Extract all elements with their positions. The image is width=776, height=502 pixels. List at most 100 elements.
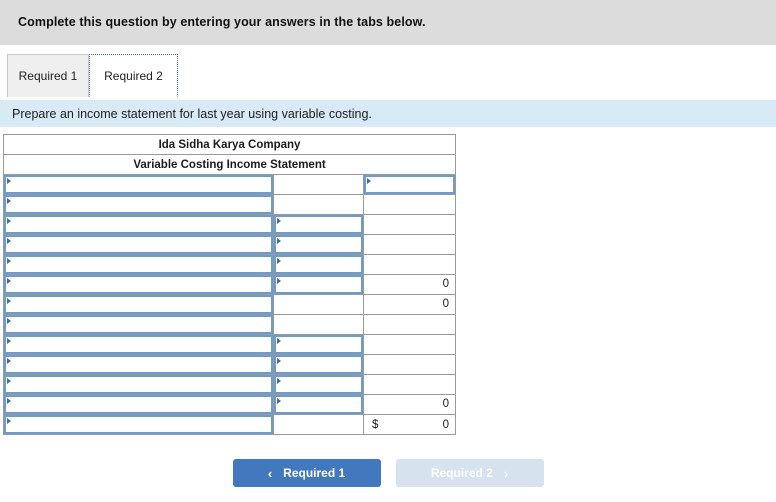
row-3-right-cell[interactable] [363, 214, 456, 235]
table-row: $ 0 [3, 414, 456, 435]
row-11-middle-cell[interactable] [273, 374, 364, 395]
row-12-label-cell[interactable] [3, 394, 274, 415]
table-row [3, 194, 456, 215]
row-6-label-dropdown[interactable] [4, 275, 273, 294]
row-10-label-dropdown[interactable] [4, 355, 273, 374]
table-row: 0 [3, 394, 456, 415]
row-4-right-cell[interactable] [363, 234, 456, 255]
row-11-label-dropdown[interactable] [4, 375, 273, 394]
row-12-right-value: 0 [442, 398, 449, 410]
row-6-middle-dropdown[interactable] [274, 275, 363, 294]
row-7-label-dropdown[interactable] [4, 295, 273, 314]
row-9-right-value [364, 335, 455, 354]
instruction-banner-text: Complete this question by entering your … [18, 15, 426, 29]
row-1-label-cell[interactable] [3, 174, 274, 195]
tab-required-2[interactable]: Required 2 [89, 54, 178, 97]
row-2-label-dropdown[interactable] [4, 195, 273, 214]
row-1-right-dropdown[interactable] [364, 175, 455, 194]
row-11-label-cell[interactable] [3, 374, 274, 395]
row-10-right-cell[interactable] [363, 354, 456, 375]
table-row [3, 374, 456, 395]
table-row: 0 [3, 274, 456, 295]
row-6-label-cell[interactable] [3, 274, 274, 295]
row-9-label-cell[interactable] [3, 334, 274, 355]
row-4-middle-dropdown[interactable] [274, 235, 363, 254]
row-12-right-cell[interactable]: 0 [363, 394, 456, 415]
row-12-label-dropdown[interactable] [4, 395, 273, 414]
row-3-label-dropdown[interactable] [4, 215, 273, 234]
row-7-label-cell[interactable] [3, 294, 274, 315]
row-5-middle-cell[interactable] [273, 254, 364, 275]
row-10-right-value [364, 355, 455, 374]
row-1-middle-cell[interactable] [273, 174, 364, 195]
next-requirement-label: Required 2 [430, 466, 493, 480]
table-row [3, 174, 456, 195]
row-7-right-value: 0 [442, 298, 449, 310]
row-9-label-dropdown[interactable] [4, 335, 273, 354]
row-11-right-cell[interactable] [363, 374, 456, 395]
chevron-left-icon: ‹ [267, 465, 273, 481]
row-13-middle-value [274, 415, 363, 434]
tab-required-1[interactable]: Required 1 [7, 54, 89, 97]
row-8-middle-cell[interactable] [273, 314, 364, 335]
row-3-middle-cell[interactable] [273, 214, 364, 235]
row-7-middle-cell[interactable] [273, 294, 364, 315]
row-11-middle-dropdown[interactable] [274, 375, 363, 394]
row-7-middle-value [274, 295, 363, 314]
table-row [3, 234, 456, 255]
row-8-right-cell[interactable] [363, 314, 456, 335]
row-12-middle-cell[interactable] [273, 394, 364, 415]
row-1-middle-value [274, 175, 363, 194]
grand-total-amount: $ 0 [364, 415, 455, 434]
row-5-label-cell[interactable] [3, 254, 274, 275]
row-8-right-value [364, 315, 455, 334]
row-13-label-dropdown[interactable] [4, 415, 273, 434]
row-11-right-value [364, 375, 455, 394]
row-12-middle-dropdown[interactable] [274, 395, 363, 414]
requirement-prompt-text: Prepare an income statement for last yea… [12, 106, 372, 121]
row-4-label-cell[interactable] [3, 234, 274, 255]
row-4-right-value [364, 235, 455, 254]
row-13-label-cell[interactable] [3, 414, 274, 435]
row-6-right-value: 0 [442, 278, 449, 290]
table-row: 0 [3, 294, 456, 315]
chevron-right-icon: › [503, 465, 509, 481]
row-2-right-cell[interactable] [363, 194, 456, 215]
row-10-middle-cell[interactable] [273, 354, 364, 375]
row-4-middle-cell[interactable] [273, 234, 364, 255]
row-8-middle-value [274, 315, 363, 334]
row-13-right-value: 0 [442, 418, 449, 431]
table-title-row-statement: Variable Costing Income Statement [3, 154, 456, 175]
row-9-middle-dropdown[interactable] [274, 335, 363, 354]
next-requirement-button[interactable]: Required 2 › [395, 459, 544, 487]
row-2-label-cell[interactable] [3, 194, 274, 215]
table-row [3, 354, 456, 375]
instruction-banner: Complete this question by entering your … [0, 0, 776, 45]
row-4-label-dropdown[interactable] [4, 235, 273, 254]
row-3-label-cell[interactable] [3, 214, 274, 235]
row-5-label-dropdown[interactable] [4, 255, 273, 274]
row-8-label-dropdown[interactable] [4, 315, 273, 334]
statement-name-header: Variable Costing Income Statement [3, 154, 456, 175]
row-3-middle-dropdown[interactable] [274, 215, 363, 234]
row-8-label-cell[interactable] [3, 314, 274, 335]
row-9-middle-cell[interactable] [273, 334, 364, 355]
worksheet-container: Ida Sidha Karya Company Variable Costing… [0, 127, 776, 435]
row-5-right-cell[interactable] [363, 254, 456, 275]
prev-requirement-label: Required 1 [283, 466, 346, 480]
row-1-label-dropdown[interactable] [4, 175, 273, 194]
row-1-right-cell[interactable] [363, 174, 456, 195]
prev-requirement-button[interactable]: ‹ Required 1 [232, 459, 381, 487]
requirement-prompt: Prepare an income statement for last yea… [0, 100, 776, 127]
row-2-middle-cell[interactable] [273, 194, 364, 215]
row-10-middle-dropdown[interactable] [274, 355, 363, 374]
row-13-right-cell[interactable]: $ 0 [363, 414, 456, 435]
row-6-middle-cell[interactable] [273, 274, 364, 295]
row-10-label-cell[interactable] [3, 354, 274, 375]
row-13-middle-cell[interactable] [273, 414, 364, 435]
row-5-middle-dropdown[interactable] [274, 255, 363, 274]
row-7-right-cell[interactable]: 0 [363, 294, 456, 315]
row-9-right-cell[interactable] [363, 334, 456, 355]
row-6-right-cell[interactable]: 0 [363, 274, 456, 295]
row-5-right-value [364, 255, 455, 274]
